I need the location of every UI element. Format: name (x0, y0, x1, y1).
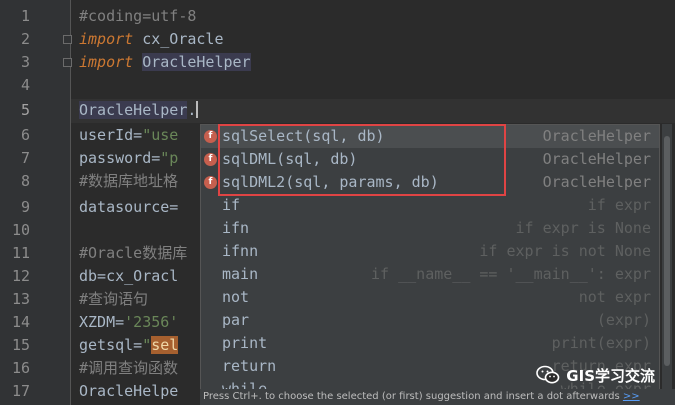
code-line-3[interactable]: import OracleHelper (79, 51, 251, 74)
template-desc: not expr (578, 288, 651, 306)
code-text: userId= (79, 126, 143, 144)
fold-marker-icon[interactable] (63, 58, 72, 67)
string-literal: "use (142, 126, 179, 144)
string-literal: "p (160, 149, 179, 167)
template-desc: (expr) (596, 311, 651, 329)
template-name: ifn (222, 219, 250, 237)
code-line-12[interactable]: db=cx_Oracl (79, 265, 178, 288)
completion-type: OracleHelper (542, 127, 651, 145)
completion-template-not[interactable]: not not expr (201, 286, 659, 309)
code-line-7[interactable]: password="p (79, 147, 178, 170)
module-name: cx_Oracle (133, 30, 224, 48)
code-line-5[interactable]: OracleHelper. (79, 99, 199, 122)
template-name: par (222, 311, 250, 329)
template-name: return (222, 357, 277, 375)
line-number: 16 (11, 359, 30, 377)
string-literal: '2356' (124, 313, 179, 331)
code-line-6[interactable]: userId="use (79, 124, 178, 147)
line-number: 6 (20, 126, 30, 144)
line-number: 13 (11, 290, 30, 308)
annotation-highlight-box (218, 124, 506, 196)
hint-more-link[interactable]: >> (623, 391, 640, 402)
line-number: 11 (11, 244, 30, 262)
line-number: 14 (11, 313, 30, 331)
line-number: 8 (20, 172, 30, 190)
template-desc: if __name__ == '__main__': expr (371, 265, 651, 283)
completion-type: OracleHelper (542, 150, 651, 168)
code-text: getsql= (79, 336, 143, 354)
completion-template-ifnn[interactable]: ifnn if expr is not None (201, 240, 659, 263)
watermark: GIS学习交流 (536, 362, 655, 388)
code-line-15[interactable]: getsql="sel (79, 334, 179, 357)
module-name: OracleHelper (142, 53, 251, 71)
template-name: not (222, 288, 250, 306)
line-number: 9 (20, 198, 30, 216)
template-name: main (222, 265, 259, 283)
line-number: 4 (20, 76, 30, 94)
template-name: ifnn (222, 242, 259, 260)
line-number: 5 (20, 101, 30, 119)
function-badge-icon: f (204, 176, 217, 189)
code-line-1[interactable]: #coding=utf-8 (79, 5, 196, 28)
selected-text: sel (151, 336, 179, 354)
hint-text: Press Ctrl+. to choose the selected (or … (203, 391, 620, 402)
template-name: print (222, 334, 268, 352)
line-number: 15 (11, 336, 30, 354)
completion-template-par[interactable]: par (expr) (201, 309, 659, 332)
line-number: 1 (20, 7, 30, 25)
template-desc: if expr is None (515, 219, 651, 237)
line-number: 7 (20, 149, 30, 167)
code-line-16[interactable]: #调用查询函数 (79, 357, 178, 380)
completion-template-ifn[interactable]: ifn if expr is None (201, 217, 659, 240)
template-desc: if expr is not None (479, 242, 651, 260)
code-text: password= (79, 149, 161, 167)
keyword: import (79, 53, 134, 71)
string-literal: " (142, 336, 152, 354)
code-line-14[interactable]: XZDM='2356' (79, 311, 178, 334)
fold-marker-icon[interactable] (63, 35, 72, 44)
object-name: OracleHelper (79, 101, 188, 119)
completion-template-if[interactable]: if if expr (201, 194, 659, 217)
line-number: 17 (11, 382, 30, 400)
code-text: XZDM= (79, 313, 125, 331)
code-line-11[interactable]: #Oracle数据库 (79, 242, 187, 265)
template-desc: print(expr) (551, 334, 651, 352)
code-line-2[interactable]: import cx_Oracle (79, 28, 224, 51)
completion-scroll-thumb[interactable] (664, 136, 670, 366)
code-line-9[interactable]: datasource= (79, 196, 178, 219)
code-line-17[interactable]: OracleHelpe (79, 380, 178, 403)
completion-template-main[interactable]: main if __name__ == '__main__': expr (201, 263, 659, 286)
completion-hint-bar: Press Ctrl+. to choose the selected (or … (200, 389, 675, 405)
keyword: import (79, 30, 134, 48)
template-desc: if expr (587, 196, 651, 214)
line-number: 2 (20, 30, 30, 48)
function-badge-icon: f (204, 153, 217, 166)
code-line-13[interactable]: #查询语句 (79, 288, 148, 311)
completion-type: OracleHelper (542, 173, 651, 191)
text-caret (196, 101, 199, 118)
template-name: if (222, 196, 241, 214)
watermark-text: GIS学习交流 (566, 366, 655, 385)
wechat-icon (536, 365, 560, 384)
line-number: 12 (11, 267, 30, 285)
dot: . (187, 101, 197, 119)
function-badge-icon: f (204, 130, 217, 143)
code-line-8[interactable]: #数据库地址格 (79, 170, 178, 193)
completion-template-print[interactable]: print print(expr) (201, 332, 659, 355)
line-number: 3 (20, 53, 30, 71)
line-number: 10 (11, 221, 30, 239)
